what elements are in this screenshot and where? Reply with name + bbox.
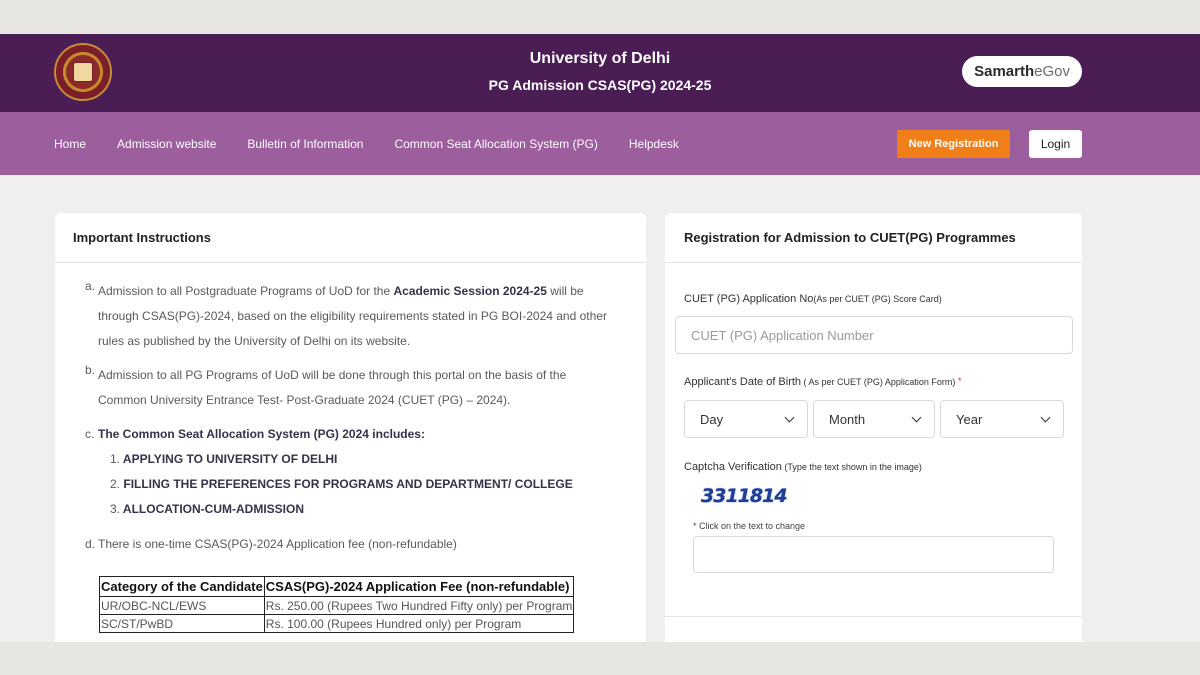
samarth-egov-logo[interactable]: Samarth eGov [962, 56, 1082, 87]
brand-name-part1: Samarth [974, 63, 1035, 80]
brand-name-part2: eGov [1034, 63, 1070, 80]
captcha-label-text: Captcha Verification [684, 461, 782, 473]
step-text: ALLOCATION-CUM-ADMISSION [122, 502, 304, 516]
instruction-b: b. Admission to all PG Programs of UoD w… [85, 363, 615, 413]
instruction-marker: c. [85, 427, 95, 441]
csas-steps-list: 1. APPLYING TO UNIVERSITY OF DELHI 2. FI… [110, 447, 615, 522]
academic-session-highlight: Academic Session 2024-25 [393, 284, 547, 298]
application-no-label: CUET (PG) Application No(As per CUET (PG… [684, 293, 942, 305]
required-asterisk: * [957, 376, 962, 386]
dob-year-select[interactable]: Year [940, 400, 1064, 438]
instruction-a: a. Admission to all Postgraduate Program… [85, 279, 615, 354]
captcha-image[interactable]: 3311814 [701, 485, 788, 507]
table-header-cell: Category of the Candidate [99, 576, 265, 597]
table-cell: UR/OBC-NCL/EWS [99, 596, 265, 615]
new-registration-button[interactable]: New Registration [897, 130, 1010, 158]
instruction-marker: a. [85, 279, 96, 293]
page-frame: University of Delhi PG Admission CSAS(PG… [0, 34, 1200, 642]
application-number-placeholder: CUET (PG) Application Number [691, 327, 874, 343]
main-nav: Home Admission website Bulletin of Infor… [0, 112, 1200, 175]
table-cell: SC/ST/PwBD [99, 614, 265, 633]
instruction-a-part1: Admission to all Postgraduate Programs o… [98, 284, 394, 298]
table-row: UR/OBC-NCL/EWS Rs. 250.00 (Rupees Two Hu… [99, 596, 575, 615]
step-text: APPLYING TO UNIVERSITY OF DELHI [122, 452, 338, 466]
dob-day-select[interactable]: Day [684, 400, 808, 438]
step-text: FILLING THE PREFERENCES FOR PROGRAMS AND… [123, 477, 573, 491]
divider [665, 616, 1082, 617]
application-fee-table: Category of the Candidate CSAS(PG)-2024 … [99, 576, 575, 633]
list-item: 3. ALLOCATION-CUM-ADMISSION [110, 497, 615, 522]
captcha-input[interactable] [693, 536, 1054, 573]
site-header: University of Delhi PG Admission CSAS(PG… [0, 34, 1200, 112]
nav-bulletin-of-information[interactable]: Bulletin of Information [247, 137, 363, 151]
table-header-cell: CSAS(PG)-2024 Application Fee (non-refun… [263, 576, 575, 597]
list-item: 1. APPLYING TO UNIVERSITY OF DELHI [110, 447, 615, 472]
instruction-text: Admission to all Postgraduate Programs o… [98, 279, 615, 354]
chevron-down-icon [784, 412, 795, 422]
instructions-heading: Important Instructions [55, 213, 646, 263]
table-row: SC/ST/PwBD Rs. 100.00 (Rupees Hundred on… [99, 614, 575, 633]
dob-label-text: Applicant's Date of Birth [684, 376, 802, 388]
list-item: 2. FILLING THE PREFERENCES FOR PROGRAMS … [110, 472, 615, 497]
instructions-card: Important Instructions a. Admission to a… [55, 213, 646, 642]
table-header-row: Category of the Candidate CSAS(PG)-2024 … [99, 576, 575, 597]
captcha-refresh-note: * Click on the text to change [693, 521, 806, 531]
registration-heading: Registration for Admission to CUET(PG) P… [665, 213, 1082, 263]
instruction-text: The Common Seat Allocation System (PG) 2… [98, 427, 425, 441]
registration-card: Registration for Admission to CUET(PG) P… [665, 213, 1082, 642]
application-no-hint: (As per CUET (PG) Score Card) [813, 294, 942, 304]
dob-hint: ( As per CUET (PG) Application Form) [801, 377, 958, 387]
nav-helpdesk[interactable]: Helpdesk [629, 137, 679, 151]
year-select-value: Year [956, 411, 983, 427]
step-number: 3. [110, 502, 121, 516]
table-cell: Rs. 100.00 (Rupees Hundred only) per Pro… [263, 614, 575, 633]
dob-month-select[interactable]: Month [813, 400, 935, 438]
application-no-label-text: CUET (PG) Application No [684, 293, 814, 305]
nav-admission-website[interactable]: Admission website [117, 137, 216, 151]
instruction-text: There is one-time CSAS(PG)-2024 Applicat… [98, 537, 457, 551]
chevron-down-icon [1040, 412, 1051, 422]
table-cell: Rs. 250.00 (Rupees Two Hundred Fifty onl… [263, 596, 575, 615]
login-button[interactable]: Login [1029, 130, 1082, 158]
dob-label: Applicant's Date of Birth ( As per CUET … [684, 376, 961, 388]
application-number-input[interactable]: CUET (PG) Application Number [675, 316, 1073, 354]
step-number: 1. [110, 452, 121, 466]
instructions-list: a. Admission to all Postgraduate Program… [85, 279, 615, 557]
instruction-marker: d. [85, 537, 96, 551]
step-number: 2. [110, 477, 121, 491]
instruction-d: d. There is one-time CSAS(PG)-2024 Appli… [85, 532, 615, 557]
instruction-marker: b. [85, 363, 96, 377]
day-select-value: Day [700, 411, 724, 427]
chevron-down-icon [911, 412, 922, 422]
month-select-value: Month [829, 411, 866, 427]
captcha-label: Captcha Verification (Type the text show… [684, 461, 922, 473]
instruction-c: c. The Common Seat Allocation System (PG… [85, 422, 615, 447]
nav-home[interactable]: Home [54, 137, 86, 151]
nav-csas-pg[interactable]: Common Seat Allocation System (PG) [394, 137, 597, 151]
instruction-text: Admission to all PG Programs of UoD will… [98, 368, 567, 407]
captcha-hint: (Type the text shown in the image) [781, 462, 922, 472]
